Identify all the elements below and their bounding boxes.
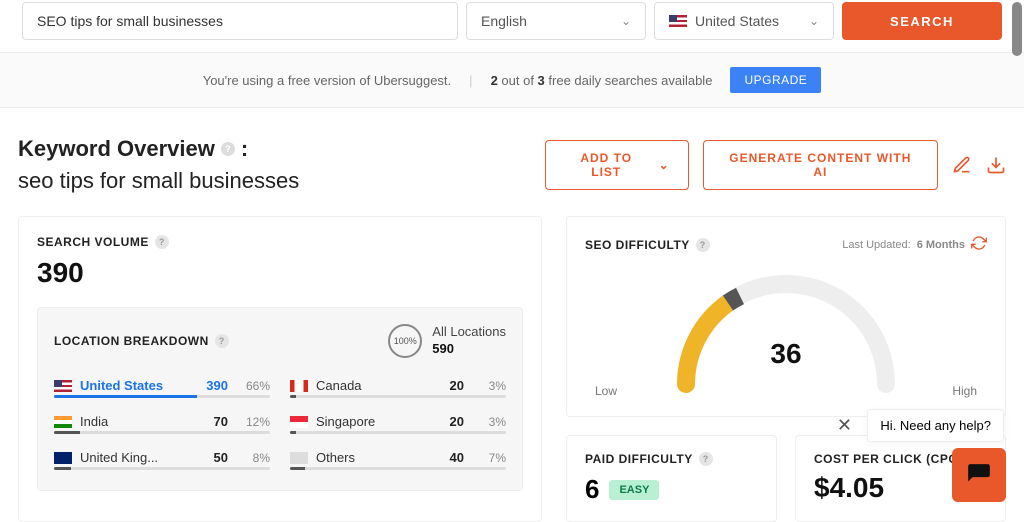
help-icon[interactable]: ? bbox=[221, 142, 235, 156]
all-locations-label: All Locations bbox=[432, 324, 506, 339]
chat-button[interactable] bbox=[952, 448, 1006, 502]
other-flag-icon bbox=[290, 452, 308, 464]
seo-difficulty-value: 36 bbox=[666, 338, 906, 370]
location-row[interactable]: United King... 50 8% bbox=[54, 444, 270, 467]
seo-difficulty-label: SEO DIFFICULTY bbox=[585, 238, 690, 252]
location-row[interactable]: India 70 12% bbox=[54, 408, 270, 431]
help-icon[interactable]: ? bbox=[696, 238, 710, 252]
language-select[interactable]: English ⌄ bbox=[466, 2, 646, 40]
edit-icon[interactable] bbox=[952, 155, 972, 175]
location-breakdown-label: LOCATION BREAKDOWN bbox=[54, 334, 209, 348]
add-to-list-button[interactable]: ADD TO LIST ⌄ bbox=[545, 140, 689, 190]
chat-tooltip: Hi. Need any help? bbox=[867, 409, 1004, 442]
difficulty-gauge: 36 bbox=[666, 274, 906, 394]
location-row[interactable]: Singapore 20 3% bbox=[290, 408, 506, 431]
uk-flag-icon bbox=[54, 452, 72, 464]
in-flag-icon bbox=[54, 416, 72, 428]
page-title: Keyword Overview bbox=[18, 136, 215, 162]
us-flag-icon bbox=[669, 15, 687, 27]
keyword-input[interactable] bbox=[22, 2, 458, 40]
paid-difficulty-label: PAID DIFFICULTY bbox=[585, 452, 693, 466]
chevron-down-icon: ⌄ bbox=[621, 14, 631, 28]
help-icon[interactable]: ? bbox=[699, 452, 713, 466]
seo-difficulty-card: SEO DIFFICULTY ? Last Updated: 6 Months bbox=[566, 216, 1006, 417]
country-value: United States bbox=[695, 13, 779, 29]
help-icon[interactable]: ? bbox=[155, 235, 169, 249]
all-locations-value: 590 bbox=[432, 341, 506, 358]
upgrade-button[interactable]: UPGRADE bbox=[730, 67, 821, 93]
generate-content-button[interactable]: GENERATE CONTENT WITH AI bbox=[703, 140, 938, 190]
sg-flag-icon bbox=[290, 416, 308, 428]
chevron-down-icon: ⌄ bbox=[809, 14, 819, 28]
location-row[interactable]: United States 390 66% bbox=[54, 372, 270, 395]
close-icon[interactable]: ✕ bbox=[831, 413, 857, 439]
refresh-icon[interactable] bbox=[971, 235, 987, 254]
all-locations-circle: 100% bbox=[388, 324, 422, 358]
paid-difficulty-value: 6 bbox=[585, 474, 599, 505]
us-flag-icon bbox=[54, 380, 72, 392]
location-breakdown: LOCATION BREAKDOWN ? 100% All Locations … bbox=[37, 307, 523, 491]
download-icon[interactable] bbox=[986, 155, 1006, 175]
chevron-down-icon: ⌄ bbox=[659, 158, 670, 172]
paid-difficulty-card: PAID DIFFICULTY ? 6 EASY bbox=[566, 435, 777, 522]
search-volume-card: SEARCH VOLUME ? 390 LOCATION BREAKDOWN ?… bbox=[18, 216, 542, 522]
cpc-label: COST PER CLICK (CPC) bbox=[814, 452, 962, 466]
free-version-notice: You're using a free version of Ubersugge… bbox=[0, 52, 1024, 108]
scrollbar[interactable] bbox=[1012, 2, 1022, 56]
location-row[interactable]: Others 40 7% bbox=[290, 444, 506, 467]
help-icon[interactable]: ? bbox=[215, 334, 229, 348]
keyword-display: seo tips for small businesses bbox=[18, 168, 299, 194]
search-button[interactable]: SEARCH bbox=[842, 2, 1002, 40]
search-volume-value: 390 bbox=[37, 257, 523, 289]
difficulty-badge: EASY bbox=[609, 480, 659, 500]
country-select[interactable]: United States ⌄ bbox=[654, 2, 834, 40]
language-value: English bbox=[481, 13, 527, 29]
ca-flag-icon bbox=[290, 380, 308, 392]
search-volume-label: SEARCH VOLUME bbox=[37, 235, 149, 249]
location-row[interactable]: Canada 20 3% bbox=[290, 372, 506, 395]
